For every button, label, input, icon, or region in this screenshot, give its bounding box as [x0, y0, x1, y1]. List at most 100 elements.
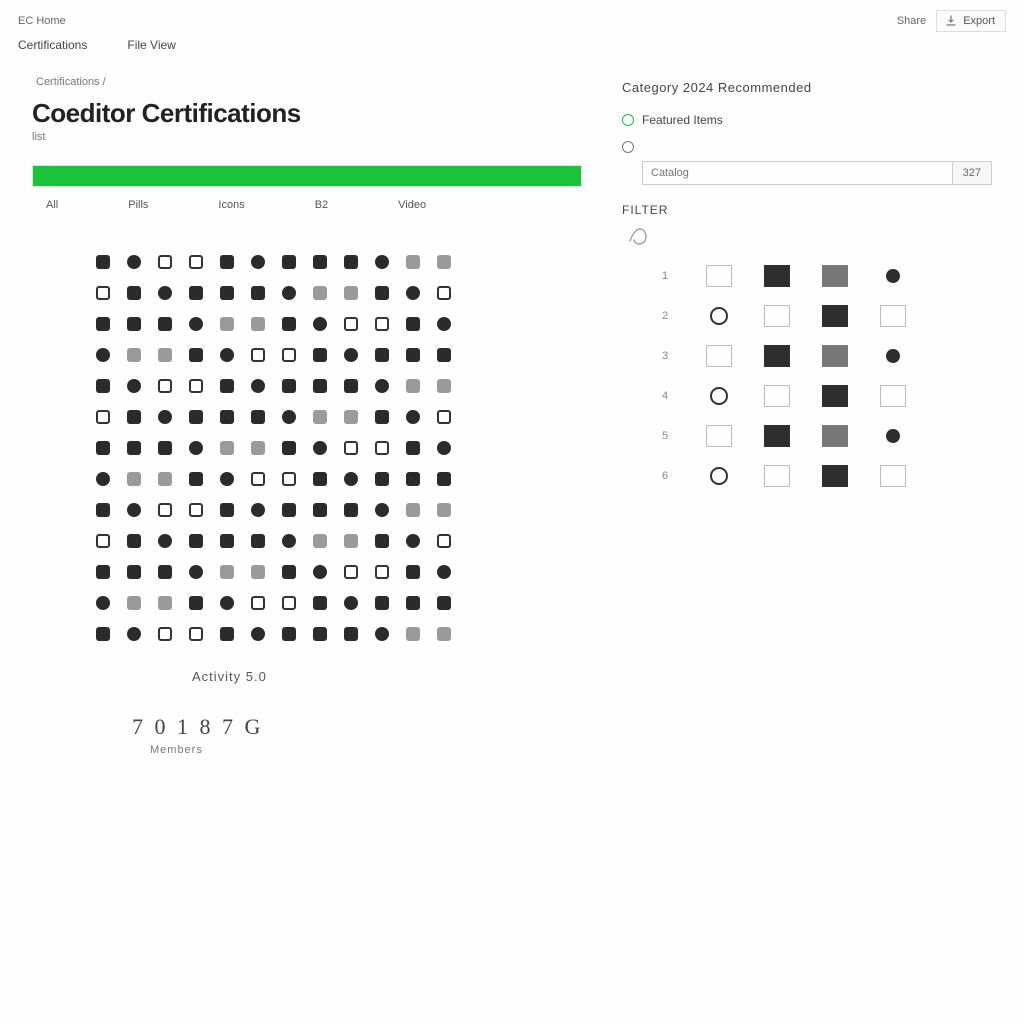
grid-cell[interactable] [154, 437, 176, 459]
grid-cell[interactable] [123, 251, 145, 273]
grid-cell[interactable] [247, 344, 269, 366]
grid-cell[interactable] [371, 282, 393, 304]
grid-cell[interactable] [371, 344, 393, 366]
swatch-cell[interactable] [706, 345, 732, 367]
grid-cell[interactable] [123, 530, 145, 552]
grid-cell[interactable] [340, 468, 362, 490]
grid-cell[interactable] [371, 375, 393, 397]
grid-cell[interactable] [433, 251, 455, 273]
swatch-cell[interactable] [822, 345, 848, 367]
swatch-cell[interactable] [822, 425, 848, 447]
grid-cell[interactable] [247, 437, 269, 459]
grid-cell[interactable] [247, 375, 269, 397]
grid-cell[interactable] [216, 344, 238, 366]
grid-cell[interactable] [185, 375, 207, 397]
grid-cell[interactable] [309, 282, 331, 304]
grid-cell[interactable] [216, 437, 238, 459]
grid-cell[interactable] [216, 592, 238, 614]
grid-cell[interactable] [402, 530, 424, 552]
grid-cell[interactable] [371, 561, 393, 583]
grid-cell[interactable] [154, 468, 176, 490]
grid-cell[interactable] [92, 282, 114, 304]
grid-cell[interactable] [92, 251, 114, 273]
grid-cell[interactable] [309, 344, 331, 366]
swatch-cell[interactable] [706, 305, 732, 327]
grid-cell[interactable] [123, 313, 145, 335]
grid-cell[interactable] [123, 592, 145, 614]
topbar-export-button[interactable]: Export [936, 10, 1006, 32]
grid-cell[interactable] [154, 499, 176, 521]
grid-cell[interactable] [185, 468, 207, 490]
swatch-cell[interactable] [822, 305, 848, 327]
grid-cell[interactable] [433, 375, 455, 397]
grid-cell[interactable] [309, 530, 331, 552]
grid-cell[interactable] [278, 592, 300, 614]
grid-cell[interactable] [185, 282, 207, 304]
swatch-cell[interactable] [764, 425, 790, 447]
breadcrumb[interactable]: Certifications / [36, 76, 582, 88]
grid-cell[interactable] [185, 561, 207, 583]
grid-cell[interactable] [154, 344, 176, 366]
grid-cell[interactable] [309, 375, 331, 397]
grid-cell[interactable] [92, 468, 114, 490]
grid-cell[interactable] [185, 499, 207, 521]
grid-cell[interactable] [340, 592, 362, 614]
swatch-cell[interactable] [764, 345, 790, 367]
grid-cell[interactable] [433, 499, 455, 521]
grid-cell[interactable] [340, 561, 362, 583]
grid-cell[interactable] [185, 313, 207, 335]
grid-cell[interactable] [216, 313, 238, 335]
grid-cell[interactable] [309, 623, 331, 645]
grid-cell[interactable] [371, 592, 393, 614]
grid-cell[interactable] [185, 623, 207, 645]
grid-cell[interactable] [278, 282, 300, 304]
swatch-cell[interactable] [764, 385, 790, 407]
grid-cell[interactable] [185, 437, 207, 459]
grid-cell[interactable] [402, 251, 424, 273]
grid-cell[interactable] [371, 499, 393, 521]
grid-cell[interactable] [309, 406, 331, 428]
grid-cell[interactable] [247, 530, 269, 552]
grid-cell[interactable] [433, 344, 455, 366]
grid-cell[interactable] [278, 406, 300, 428]
grid-cell[interactable] [216, 282, 238, 304]
grid-cell[interactable] [371, 406, 393, 428]
tab-icons[interactable]: Icons [218, 199, 244, 211]
grid-cell[interactable] [247, 251, 269, 273]
grid-cell[interactable] [123, 499, 145, 521]
grid-cell[interactable] [154, 313, 176, 335]
grid-cell[interactable] [340, 375, 362, 397]
grid-cell[interactable] [216, 623, 238, 645]
topbar-share-link[interactable]: Share [897, 15, 926, 27]
grid-cell[interactable] [433, 530, 455, 552]
swatch-cell[interactable] [880, 345, 906, 367]
grid-cell[interactable] [340, 251, 362, 273]
grid-cell[interactable] [278, 375, 300, 397]
sidebar-item-catalog[interactable] [622, 141, 992, 153]
grid-cell[interactable] [278, 499, 300, 521]
grid-cell[interactable] [433, 282, 455, 304]
grid-cell[interactable] [433, 437, 455, 459]
grid-cell[interactable] [216, 561, 238, 583]
grid-cell[interactable] [154, 561, 176, 583]
tab-b2[interactable]: B2 [315, 199, 328, 211]
grid-cell[interactable] [340, 282, 362, 304]
grid-cell[interactable] [402, 468, 424, 490]
swatch-cell[interactable] [880, 465, 906, 487]
grid-cell[interactable] [309, 251, 331, 273]
grid-cell[interactable] [402, 592, 424, 614]
grid-cell[interactable] [309, 499, 331, 521]
grid-cell[interactable] [371, 251, 393, 273]
grid-cell[interactable] [247, 468, 269, 490]
grid-cell[interactable] [340, 499, 362, 521]
grid-cell[interactable] [371, 468, 393, 490]
grid-cell[interactable] [278, 530, 300, 552]
grid-cell[interactable] [433, 406, 455, 428]
grid-cell[interactable] [340, 437, 362, 459]
swatch-cell[interactable] [880, 305, 906, 327]
grid-cell[interactable] [340, 530, 362, 552]
grid-cell[interactable] [216, 375, 238, 397]
grid-cell[interactable] [247, 499, 269, 521]
grid-cell[interactable] [371, 623, 393, 645]
grid-cell[interactable] [154, 375, 176, 397]
